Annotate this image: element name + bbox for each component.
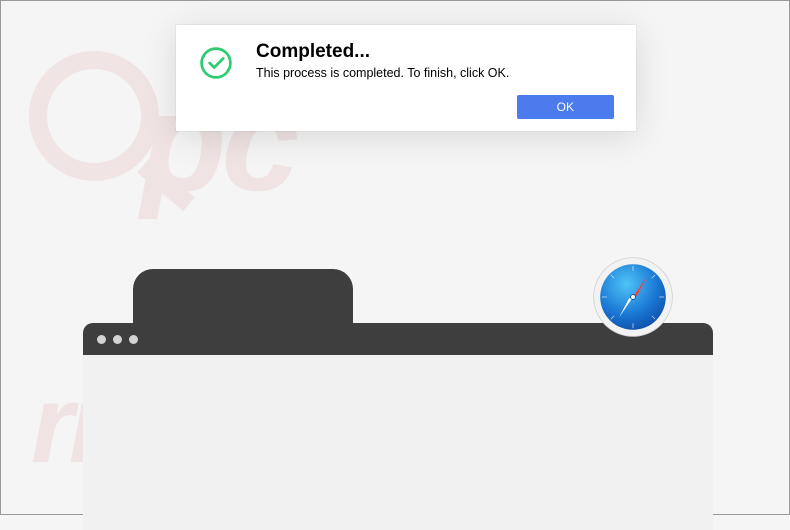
traffic-light-minimize-icon	[113, 335, 122, 344]
dialog-title: Completed...	[256, 41, 614, 63]
dialog-content: Completed... This process is completed. …	[198, 41, 614, 81]
completed-dialog: Completed... This process is completed. …	[176, 25, 636, 131]
safari-browser-icon	[592, 256, 674, 338]
check-complete-icon	[198, 45, 234, 81]
dialog-button-row: OK	[198, 95, 614, 119]
traffic-light-zoom-icon	[129, 335, 138, 344]
traffic-light-close-icon	[97, 335, 106, 344]
dialog-message: This process is completed. To finish, cl…	[256, 66, 614, 80]
browser-body	[83, 355, 713, 530]
watermark-magnifier-handle	[137, 159, 195, 211]
watermark-magnifier-circle	[29, 51, 159, 181]
ok-button[interactable]: OK	[517, 95, 614, 119]
browser-tab	[133, 269, 353, 323]
dialog-text-block: Completed... This process is completed. …	[256, 41, 614, 80]
